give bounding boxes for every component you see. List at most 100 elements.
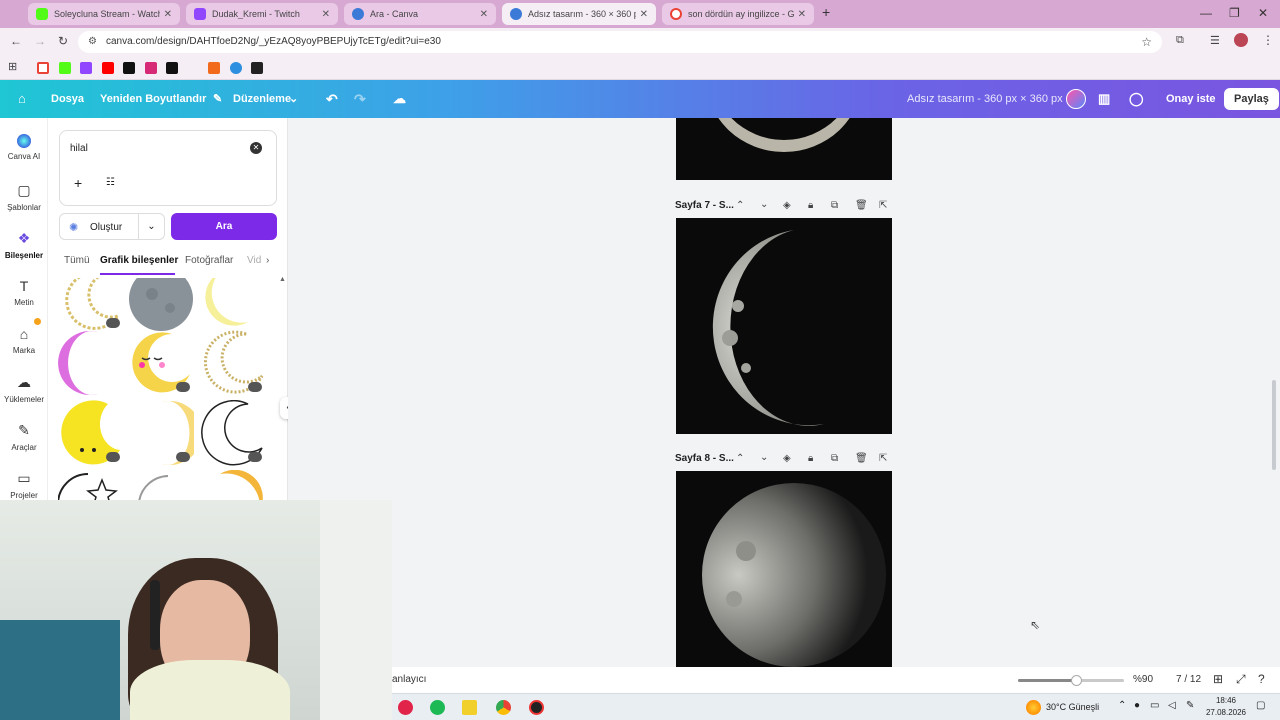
rail-item-tools[interactable]: ✎ Araçlar <box>0 422 48 452</box>
crescent-orange[interactable] <box>200 470 266 500</box>
crescent-star-outline[interactable] <box>58 470 124 500</box>
hide-page-icon[interactable]: ◈ <box>783 200 791 211</box>
approval-button[interactable]: Onay iste <box>1166 80 1216 118</box>
crescent-magenta[interactable] <box>58 330 124 396</box>
notes-label[interactable]: anlayıcı <box>392 674 426 685</box>
tab-graphics[interactable]: Grafik bileşenler <box>100 255 178 266</box>
extensions-icon[interactable]: ⧉ <box>1176 34 1184 47</box>
add-icon[interactable]: + <box>74 175 82 191</box>
move-up-icon[interactable]: ⌃ <box>736 453 744 464</box>
network-icon[interactable]: ▭ <box>1150 700 1159 711</box>
tiktok-icon[interactable] <box>166 62 178 74</box>
undo-icon[interactable]: ↶ <box>326 80 338 118</box>
site-info-icon[interactable]: ⚙ <box>88 31 97 53</box>
volume-icon[interactable]: ◁ <box>1168 700 1176 711</box>
bookmark-star-icon[interactable]: ☆ <box>1141 31 1152 53</box>
help-icon[interactable]: ? <box>1258 672 1265 686</box>
delete-icon[interactable]: 🗑︎ <box>855 453 868 464</box>
youtube-icon[interactable] <box>102 62 114 74</box>
resize-button[interactable]: Yeniden Boyutlandır <box>100 80 206 118</box>
close-icon[interactable]: ✕ <box>798 9 806 20</box>
spotify-icon[interactable] <box>430 700 445 715</box>
lock-icon[interactable]: 🔒︎ <box>808 200 813 211</box>
crescent-sketch[interactable] <box>128 470 194 500</box>
tab-videos[interactable]: Vid <box>247 255 261 266</box>
zoom-level[interactable]: %90 <box>1133 674 1153 685</box>
microphone-icon[interactable]: ● <box>1134 700 1140 711</box>
delete-icon[interactable]: 🗑︎ <box>855 200 868 211</box>
reading-list-icon[interactable]: ☰ <box>1210 34 1220 47</box>
clock-time[interactable]: 18:46 <box>1206 696 1246 705</box>
kick-icon[interactable] <box>59 62 71 74</box>
forward-icon[interactable]: → <box>34 34 46 48</box>
chevron-down-icon[interactable]: ⌄ <box>289 80 298 118</box>
close-window-button[interactable]: ✕ <box>1258 6 1268 20</box>
twitch-icon[interactable] <box>80 62 92 74</box>
browser-tab[interactable]: son dördün ay ingilizce - Google ✕ <box>662 3 814 25</box>
move-up-icon[interactable]: ⌃ <box>736 200 744 211</box>
fullscreen-icon[interactable]: ⤢ <box>1236 672 1246 687</box>
scroll-up-icon[interactable]: ▲ <box>279 276 286 283</box>
browser-tab[interactable]: Ara - Canva ✕ <box>344 3 496 25</box>
notifications-icon[interactable]: ▢ <box>1256 700 1265 711</box>
minimize-button[interactable]: — <box>1200 6 1212 20</box>
close-icon[interactable]: ✕ <box>480 9 488 20</box>
restore-button[interactable]: ❐ <box>1229 6 1240 20</box>
rail-item-canva-ai[interactable]: Canva AI <box>0 134 48 161</box>
crescent-lace-gold[interactable] <box>58 278 124 332</box>
search-input[interactable]: hilal <box>70 143 88 154</box>
weather-text[interactable]: 30°C Güneşli <box>1046 702 1099 712</box>
address-bar[interactable]: ⚙ canva.com/design/DAHTfoeD2Ng/_yEzAQ8yo… <box>78 31 1162 53</box>
move-down-icon[interactable]: ⌄ <box>760 452 768 463</box>
browser-tab-active[interactable]: Adsız tasarım - 360 × 360 px ✕ <box>502 3 656 25</box>
home-icon[interactable]: ⌂ <box>18 80 26 118</box>
share-button[interactable]: Paylaş <box>1224 88 1279 110</box>
crescent-smiling-yellow[interactable] <box>128 330 194 396</box>
crescent-lace-gold-2[interactable] <box>200 330 266 396</box>
rail-item-brand[interactable]: ⌂ Marka <box>0 318 48 355</box>
obs-icon[interactable] <box>529 700 544 715</box>
chrome-icon[interactable] <box>496 700 511 715</box>
tab-all[interactable]: Tümü <box>64 255 90 266</box>
user-avatar[interactable] <box>1066 89 1086 109</box>
page-counter[interactable]: 7 / 12 <box>1176 674 1201 685</box>
page-7-image[interactable] <box>676 218 892 434</box>
file-menu[interactable]: Dosya <box>51 80 84 118</box>
duplicate-icon[interactable]: ⧉ <box>831 200 838 211</box>
pen-icon[interactable]: ✎ <box>1186 700 1194 711</box>
rail-item-projects[interactable]: ▭ Projeler <box>0 470 48 500</box>
chevron-right-icon[interactable]: › <box>266 255 269 266</box>
browser-tab[interactable]: Dudak_Kremi - Twitch ✕ <box>186 3 338 25</box>
hide-page-icon[interactable]: ◈ <box>783 453 791 464</box>
clear-search-icon[interactable]: ✕ <box>250 142 262 154</box>
opera-icon[interactable] <box>398 700 413 715</box>
page-8-label[interactable]: Sayfa 8 - S... <box>675 453 734 464</box>
page-8-image[interactable] <box>676 471 892 667</box>
vertical-scrollbar[interactable] <box>1272 380 1276 470</box>
chevron-up-icon[interactable]: ⌃ <box>1118 700 1126 711</box>
profile-avatar[interactable] <box>1234 33 1248 47</box>
crescent-soft-yellow[interactable] <box>128 400 194 466</box>
cloud-save-icon[interactable]: ☁ <box>393 80 406 118</box>
rail-item-uploads[interactable]: ☁ Yüklemeler <box>0 374 48 404</box>
crescent-outline[interactable] <box>200 400 266 466</box>
comment-icon[interactable]: ◯ <box>1129 80 1144 118</box>
lock-icon[interactable]: 🔒︎ <box>808 453 813 464</box>
create-options-chevron[interactable]: ⌄ <box>139 213 165 240</box>
add-page-icon[interactable]: ⇱ <box>879 200 887 211</box>
crescent-pale-yellow[interactable] <box>200 278 266 332</box>
filter-icon[interactable]: ☷ <box>106 177 115 188</box>
menu-icon[interactable]: ⋮ <box>1262 33 1274 47</box>
page-6-image[interactable] <box>676 118 892 180</box>
new-tab-button[interactable]: + <box>822 4 830 20</box>
move-down-icon[interactable]: ⌄ <box>760 199 768 210</box>
close-icon[interactable]: ✕ <box>164 9 172 20</box>
reload-icon[interactable]: ↻ <box>58 34 68 48</box>
tab-photos[interactable]: Fotoğraflar <box>185 255 233 266</box>
zoom-slider-thumb[interactable] <box>1071 675 1083 686</box>
moon-face-yellow[interactable] <box>58 400 124 466</box>
close-icon[interactable]: ✕ <box>322 9 330 20</box>
grid-view-icon[interactable]: ⊞ <box>1213 672 1223 686</box>
close-icon[interactable]: ✕ <box>640 9 648 20</box>
redo-icon[interactable]: ↷ <box>354 80 366 118</box>
